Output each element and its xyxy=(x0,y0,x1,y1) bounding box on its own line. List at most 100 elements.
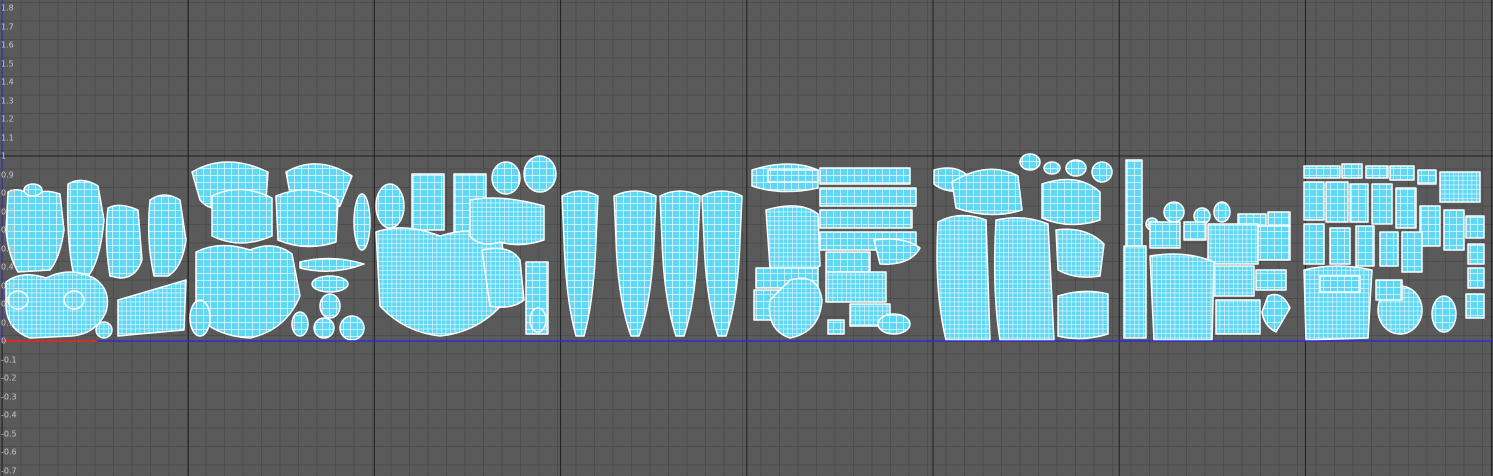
uv-shell[interactable] xyxy=(877,313,911,335)
uv-shell[interactable] xyxy=(339,315,365,341)
uv-shell[interactable] xyxy=(613,190,657,337)
uv-shell[interactable] xyxy=(767,169,819,183)
uv-shell[interactable] xyxy=(95,321,113,339)
uv-shells-canvas[interactable] xyxy=(0,0,1493,476)
uv-shell[interactable] xyxy=(1303,181,1325,221)
uv-shell[interactable] xyxy=(701,190,743,337)
uv-shell[interactable] xyxy=(63,290,85,310)
uv-shell[interactable] xyxy=(1371,183,1393,225)
uv-shell[interactable] xyxy=(1019,153,1041,171)
uv-shell[interactable] xyxy=(1389,165,1415,181)
uv-shell[interactable] xyxy=(1417,169,1437,185)
v-axis-label: 0.6 xyxy=(1,225,14,235)
uv-shell[interactable] xyxy=(117,279,187,337)
uv-shell[interactable] xyxy=(561,190,599,337)
uv-shell[interactable] xyxy=(1325,181,1349,223)
uv-shell[interactable] xyxy=(825,271,887,303)
uv-shell[interactable] xyxy=(1125,159,1143,247)
uv-shell[interactable] xyxy=(1355,225,1375,267)
uv-shell[interactable] xyxy=(66,179,105,277)
uv-shell[interactable] xyxy=(1439,171,1481,203)
uv-shell[interactable] xyxy=(105,204,143,279)
uv-shell[interactable] xyxy=(951,168,1023,216)
uv-shell[interactable] xyxy=(1467,243,1485,265)
uv-shell[interactable] xyxy=(1215,299,1261,335)
uv-shell[interactable] xyxy=(275,189,339,248)
uv-shell[interactable] xyxy=(819,167,911,185)
v-axis-label: -0.7 xyxy=(1,466,17,475)
uv-shell[interactable] xyxy=(1267,211,1291,227)
uv-shell[interactable] xyxy=(1419,205,1441,247)
uv-shell[interactable] xyxy=(1349,183,1369,223)
uv-shell[interactable] xyxy=(659,190,701,337)
v-axis-label: 1.8 xyxy=(1,3,14,13)
uv-shell[interactable] xyxy=(765,205,821,276)
uv-shell[interactable] xyxy=(1123,245,1147,339)
v-axis-label: 0.8 xyxy=(1,188,14,198)
uv-shell[interactable] xyxy=(1057,290,1109,340)
uv-shell[interactable] xyxy=(311,275,349,293)
uv-shell[interactable] xyxy=(529,307,547,333)
uv-shell[interactable] xyxy=(819,209,913,229)
uv-shell[interactable] xyxy=(1375,279,1403,301)
v-axis-label: 0.4 xyxy=(1,262,14,272)
uv-shell[interactable] xyxy=(1395,187,1417,229)
uv-shell[interactable] xyxy=(993,217,1055,341)
v-axis-label: -0.5 xyxy=(1,429,17,438)
uv-shell[interactable] xyxy=(1055,228,1105,278)
uv-shell[interactable] xyxy=(469,197,545,246)
uv-shell[interactable] xyxy=(819,187,917,207)
uv-shell[interactable] xyxy=(1443,209,1465,251)
uv-shell[interactable] xyxy=(827,319,845,335)
uv-shell[interactable] xyxy=(291,311,309,337)
uv-shell[interactable] xyxy=(375,183,405,229)
uv-shell[interactable] xyxy=(23,183,43,197)
uv-shell[interactable] xyxy=(1183,221,1207,241)
uv-shell[interactable] xyxy=(353,193,371,251)
uv-shell[interactable] xyxy=(299,257,365,272)
uv-shell[interactable] xyxy=(147,194,187,277)
uv-shell[interactable] xyxy=(1255,269,1287,291)
uv-shell[interactable] xyxy=(1163,201,1185,223)
uv-shell[interactable] xyxy=(1303,165,1341,179)
uv-shell[interactable] xyxy=(319,293,341,319)
uv-shell[interactable] xyxy=(1329,227,1351,265)
uv-shell[interactable] xyxy=(1213,201,1231,223)
uv-shell[interactable] xyxy=(491,161,521,195)
uv-editor-viewport[interactable]: 1.8 1.7 1.6 1.5 1.4 1.3 1.2 1.1 1 0.9 0.8 0.7 0.6 0.5… xyxy=(0,0,1493,476)
uv-shell[interactable] xyxy=(1365,165,1389,179)
uv-shell[interactable] xyxy=(1065,159,1087,177)
uv-shell[interactable] xyxy=(523,155,557,193)
v-axis-label: 0.3 xyxy=(1,281,14,290)
uv-shell[interactable] xyxy=(936,214,991,341)
uv-shell[interactable] xyxy=(1213,265,1255,297)
uv-shell[interactable] xyxy=(1465,293,1485,319)
uv-shell[interactable] xyxy=(189,299,211,337)
uv-shell[interactable] xyxy=(195,244,301,339)
uv-shell[interactable] xyxy=(1379,231,1399,267)
uv-shell[interactable] xyxy=(1431,295,1457,333)
uv-shell[interactable] xyxy=(1149,253,1215,341)
uv-shell[interactable] xyxy=(1043,161,1061,175)
uv-shell[interactable] xyxy=(1207,223,1259,265)
uv-shell[interactable] xyxy=(313,317,335,339)
v-axis-label: 0 xyxy=(1,336,7,346)
v-axis-label: -0.6 xyxy=(1,447,17,457)
uv-shell[interactable] xyxy=(1401,231,1423,273)
uv-shells[interactable] xyxy=(5,153,1485,341)
uv-shell[interactable] xyxy=(1341,163,1363,179)
uv-shell[interactable] xyxy=(1091,161,1113,183)
uv-shell[interactable] xyxy=(1149,221,1181,249)
uv-shell[interactable] xyxy=(1319,275,1361,293)
uv-shell[interactable] xyxy=(5,189,65,273)
uv-shell[interactable] xyxy=(1303,223,1325,265)
uv-shell[interactable] xyxy=(1041,178,1101,226)
uv-shell[interactable] xyxy=(1465,215,1485,239)
uv-shell[interactable] xyxy=(1467,267,1485,289)
uv-shell[interactable] xyxy=(1261,293,1291,333)
uv-shell[interactable] xyxy=(1257,225,1291,261)
uv-shell[interactable] xyxy=(825,251,871,273)
uv-shell[interactable] xyxy=(211,188,273,244)
uv-shell[interactable] xyxy=(411,173,445,231)
uv-shell[interactable] xyxy=(481,247,525,308)
